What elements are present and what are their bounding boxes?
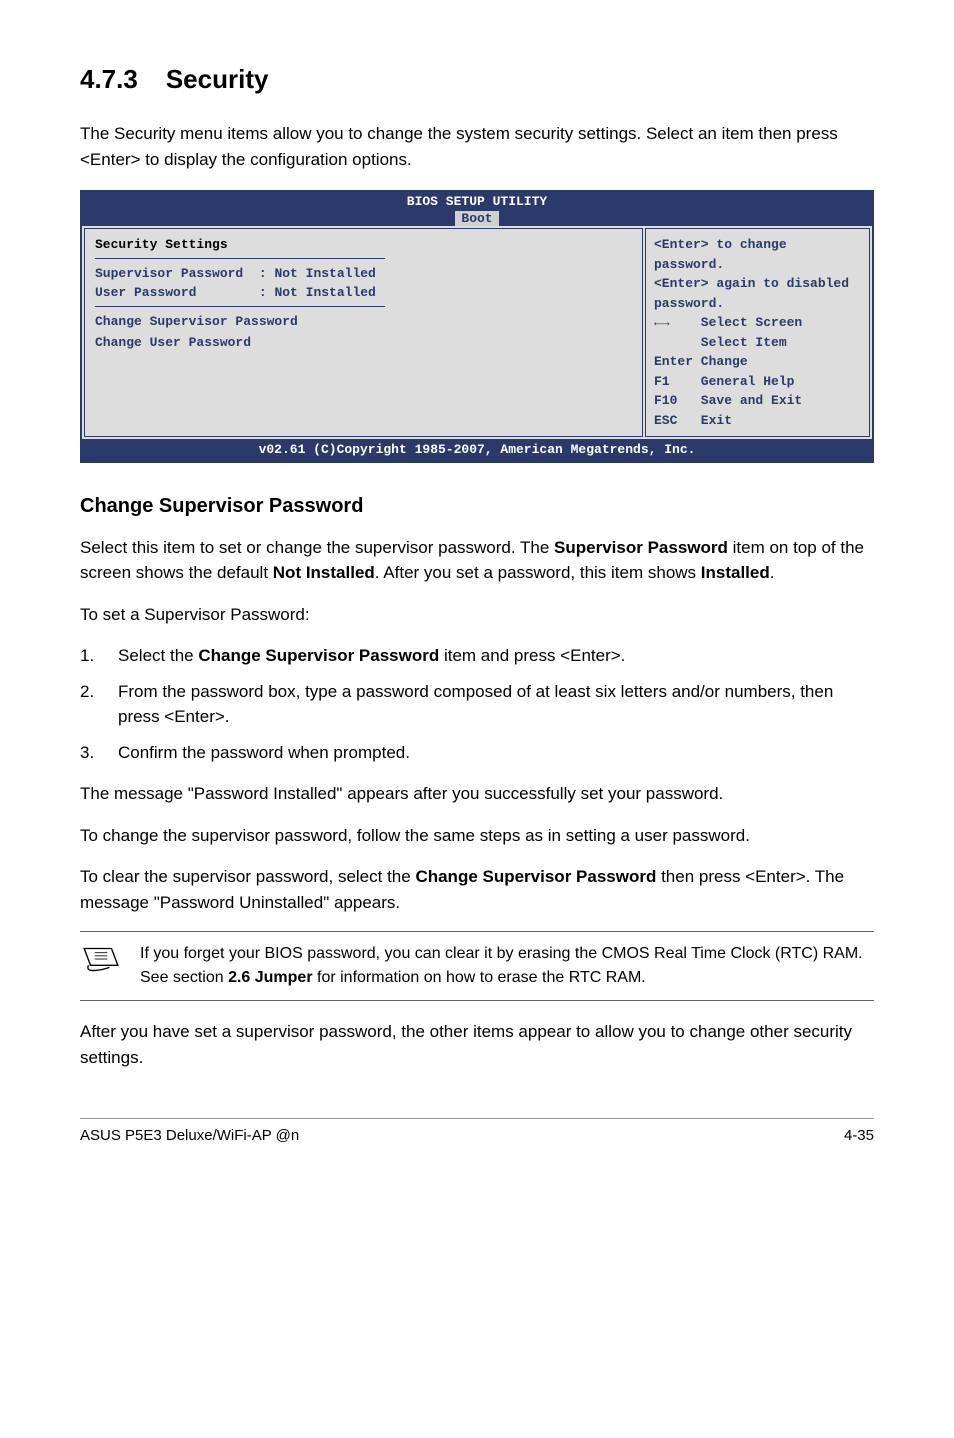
section-heading: 4.7.3 Security — [80, 60, 874, 99]
bios-user-value: : Not Installed — [259, 285, 376, 300]
bios-change-supervisor-password: Change Supervisor Password — [95, 312, 632, 332]
bios-title: BIOS SETUP UTILITY — [82, 194, 872, 210]
note-box: If you forget your BIOS password, you ca… — [80, 931, 874, 1001]
note-icon — [80, 942, 122, 984]
bios-legend-text: Select Screen Select Item Enter Change F… — [654, 315, 802, 428]
step-text: Select the Change Supervisor Password it… — [118, 643, 874, 669]
note-text: If you forget your BIOS password, you ca… — [140, 942, 874, 990]
bios-help-text: <Enter> to change password. <Enter> agai… — [654, 235, 861, 313]
paragraph: Select this item to set or change the su… — [80, 535, 874, 586]
footer-left: ASUS P5E3 Deluxe/WiFi-AP @n — [80, 1125, 299, 1148]
arrows-lr-icon: ←→ — [654, 313, 670, 333]
step-number: 2. — [80, 679, 118, 730]
steps-list: 1. Select the Change Supervisor Password… — [80, 643, 874, 765]
bios-help-line2: <Enter> again to disabled password. — [654, 274, 861, 313]
step-text: Confirm the password when prompted. — [118, 740, 874, 766]
intro-paragraph: The Security menu items allow you to cha… — [80, 121, 874, 172]
bios-user-password-row: User Password : Not Installed — [95, 283, 632, 303]
section-title: Security — [166, 64, 269, 94]
paragraph: To change the supervisor password, follo… — [80, 823, 874, 849]
bios-titlebar: BIOS SETUP UTILITY Boot — [82, 192, 872, 226]
text: Select the — [118, 646, 198, 665]
list-item: 1. Select the Change Supervisor Password… — [80, 643, 874, 669]
bios-footer: v02.61 (C)Copyright 1985-2007, American … — [82, 439, 872, 461]
bios-sup-value: : Not Installed — [259, 266, 376, 281]
bios-left-panel: Security Settings Supervisor Password : … — [84, 228, 643, 437]
step-number: 3. — [80, 740, 118, 766]
bios-screenshot: BIOS SETUP UTILITY Boot Security Setting… — [80, 190, 874, 463]
list-item: 3. Confirm the password when prompted. — [80, 740, 874, 766]
text: item and press <Enter>. — [439, 646, 625, 665]
text: Select this item to set or change the su… — [80, 538, 554, 557]
bold-text: Installed — [701, 563, 770, 582]
paragraph: To set a Supervisor Password: — [80, 602, 874, 628]
paragraph: After you have set a supervisor password… — [80, 1019, 874, 1070]
page-footer: ASUS P5E3 Deluxe/WiFi-AP @n 4-35 — [80, 1118, 874, 1148]
list-item: 2. From the password box, type a passwor… — [80, 679, 874, 730]
bios-divider — [95, 258, 385, 259]
bios-supervisor-password-row: Supervisor Password : Not Installed — [95, 264, 632, 284]
bios-body: Security Settings Supervisor Password : … — [82, 226, 872, 439]
bios-user-label: User Password — [95, 285, 196, 300]
subsection-heading: Change Supervisor Password — [80, 491, 874, 521]
bold-text: Not Installed — [273, 563, 375, 582]
section-number: 4.7.3 — [80, 60, 138, 99]
footer-right: 4-35 — [844, 1125, 874, 1148]
bios-help-line1: <Enter> to change password. — [654, 235, 861, 274]
text: To clear the supervisor password, select… — [80, 867, 415, 886]
bold-text: 2.6 Jumper — [228, 969, 312, 986]
step-text: From the password box, type a password c… — [118, 679, 874, 730]
paragraph: To clear the supervisor password, select… — [80, 864, 874, 915]
bios-sup-label: Supervisor Password — [95, 266, 243, 281]
step-number: 1. — [80, 643, 118, 669]
text: . After you set a password, this item sh… — [375, 563, 701, 582]
paragraph: The message "Password Installed" appears… — [80, 781, 874, 807]
text: for information on how to erase the RTC … — [313, 969, 646, 986]
bios-right-panel: <Enter> to change password. <Enter> agai… — [645, 228, 870, 437]
bios-change-user-password: Change User Password — [95, 333, 632, 353]
text: . — [770, 563, 775, 582]
bold-text: Change Supervisor Password — [415, 867, 656, 886]
bios-key-legend: ←→ Select Screen Select Item Enter Chang… — [654, 313, 861, 430]
bold-text: Change Supervisor Password — [198, 646, 439, 665]
bios-tab-boot: Boot — [454, 210, 499, 227]
bios-divider — [95, 306, 385, 307]
bold-text: Supervisor Password — [554, 538, 728, 557]
bios-security-settings-title: Security Settings — [95, 235, 632, 255]
